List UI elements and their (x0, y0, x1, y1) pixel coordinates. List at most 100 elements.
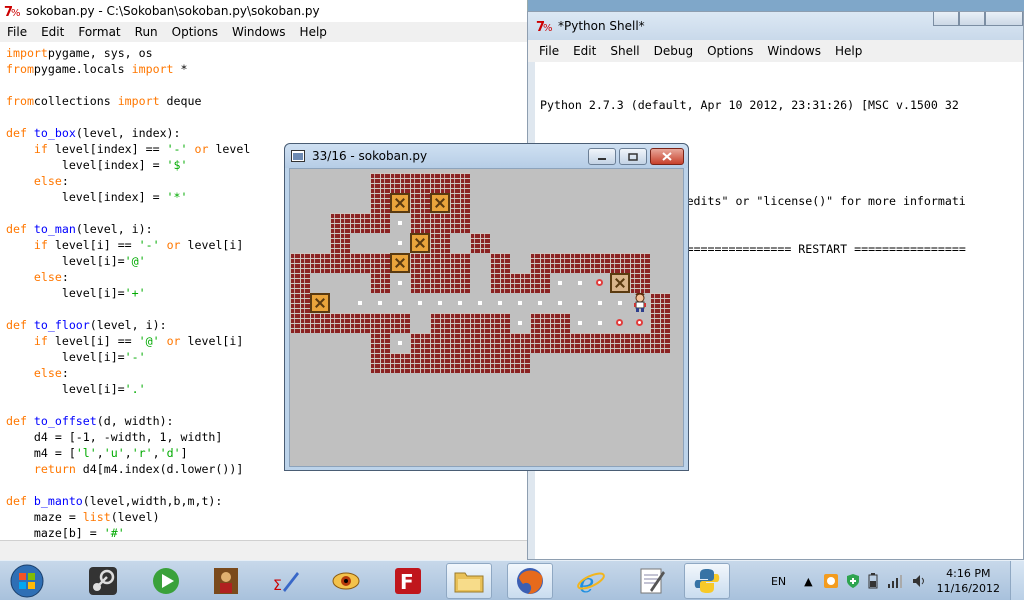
svg-text:Σ: Σ (273, 578, 282, 594)
floor-dot (550, 273, 570, 293)
volume-icon[interactable] (911, 573, 927, 589)
clock[interactable]: 4:16 PM 11/16/2012 (937, 566, 1000, 596)
close-button[interactable] (650, 148, 684, 165)
shell-menu-windows[interactable]: Windows (760, 44, 828, 58)
shell-menu-shell[interactable]: Shell (603, 44, 646, 58)
editor-title: sokoban.py - C:\Sokoban\sokoban.py\sokob… (26, 4, 320, 18)
wall-tile (630, 273, 650, 293)
editor-menu-file[interactable]: File (0, 25, 34, 39)
wall-tile (530, 313, 550, 333)
editor-titlebar[interactable]: 7% sokoban.py - C:\Sokoban\sokoban.py\so… (0, 0, 527, 22)
warrior-icon[interactable] (203, 563, 249, 599)
wall-tile (410, 333, 430, 353)
floor-dot (390, 233, 410, 253)
filezilla-icon[interactable]: F (385, 563, 431, 599)
shell-menu-help[interactable]: Help (828, 44, 869, 58)
floor-dot (470, 293, 490, 313)
python-icon[interactable] (684, 563, 730, 599)
wall-tile (430, 253, 450, 273)
clock-time: 4:16 PM (946, 567, 991, 580)
security-shield-icon[interactable] (845, 573, 861, 589)
tray-app-icon[interactable] (823, 573, 839, 589)
floor-dot (390, 333, 410, 353)
editor-menu-options[interactable]: Options (165, 25, 225, 39)
code-line: def to_box(level, index): (6, 126, 181, 140)
wall-tile (650, 313, 670, 333)
show-desktop-button[interactable] (1010, 561, 1024, 600)
wall-tile (470, 353, 490, 373)
wall-tile (470, 333, 490, 353)
start-orb[interactable] (4, 563, 50, 599)
close-button[interactable] (985, 12, 1023, 26)
floor-dot (570, 293, 590, 313)
wall-tile (350, 313, 370, 333)
crate (410, 233, 430, 253)
game-icon[interactable] (143, 563, 189, 599)
show-hidden-icons-icon[interactable]: ▲ (804, 575, 812, 588)
wall-tile (490, 353, 510, 373)
floor-dot (430, 293, 450, 313)
editor-menu-run[interactable]: Run (128, 25, 165, 39)
wall-tile (490, 253, 510, 273)
folder-icon[interactable] (446, 563, 492, 599)
wall-tile (310, 313, 330, 333)
editor-menu-format[interactable]: Format (71, 25, 127, 39)
wall-tile (370, 193, 390, 213)
shell-menu-options[interactable]: Options (700, 44, 760, 58)
floor-dot (490, 293, 510, 313)
wall-tile (430, 173, 450, 193)
wall-tile (510, 333, 530, 353)
minimize-button[interactable] (588, 148, 616, 165)
editor-menu-help[interactable]: Help (293, 25, 334, 39)
crate-on-goal (610, 273, 630, 293)
close-icon (662, 152, 672, 161)
wall-tile (470, 233, 490, 253)
language-indicator[interactable]: EN (771, 575, 786, 588)
clock-date: 11/16/2012 (936, 582, 1000, 595)
firefox-icon[interactable] (507, 563, 553, 599)
wall-tile (490, 313, 510, 333)
shell-menu-file[interactable]: File (532, 44, 566, 58)
steam-icon[interactable] (80, 563, 126, 599)
maximize-button[interactable] (959, 12, 985, 26)
shell-title: *Python Shell* (558, 19, 645, 33)
shell-menu-debug[interactable]: Debug (647, 44, 700, 58)
minimize-button[interactable] (933, 12, 959, 26)
crate (310, 293, 330, 313)
wall-tile (370, 333, 390, 353)
floor-dot (510, 293, 530, 313)
editor-statusbar (0, 540, 527, 560)
floor-dot (450, 293, 470, 313)
sokoban-game-window[interactable]: 33/16 - sokoban.py (284, 143, 689, 471)
crate (390, 193, 410, 213)
game-canvas[interactable] (289, 168, 684, 467)
eye-icon[interactable] (323, 563, 369, 599)
ie-icon[interactable]: e (568, 563, 614, 599)
maximize-button[interactable] (619, 148, 647, 165)
shell-menu-edit[interactable]: Edit (566, 44, 603, 58)
wall-tile (570, 333, 590, 353)
battery-icon[interactable] (867, 573, 879, 589)
minimize-icon (598, 157, 606, 160)
idle-icon: 7% (536, 18, 552, 34)
notepad-icon[interactable] (628, 563, 674, 599)
wall-tile (450, 173, 470, 193)
wall-tile (310, 253, 330, 273)
code-line: maze[b] = '#' (6, 526, 125, 540)
wall-tile (610, 333, 630, 353)
shell-titlebar[interactable]: 7% *Python Shell* (528, 12, 1023, 40)
wall-tile (290, 313, 310, 333)
floor-dot (570, 273, 590, 293)
floor-dot (590, 293, 610, 313)
editor-icon[interactable]: Σ (263, 563, 309, 599)
goal-target (610, 313, 630, 333)
editor-menu-edit[interactable]: Edit (34, 25, 71, 39)
floor-dot (370, 293, 390, 313)
game-titlebar[interactable]: 33/16 - sokoban.py (285, 144, 688, 168)
wall-tile (410, 273, 430, 293)
wall-tile (370, 173, 390, 193)
code-line: maze = list(level) (6, 510, 160, 524)
editor-menu-windows[interactable]: Windows (225, 25, 293, 39)
network-signal-icon[interactable] (887, 573, 903, 589)
